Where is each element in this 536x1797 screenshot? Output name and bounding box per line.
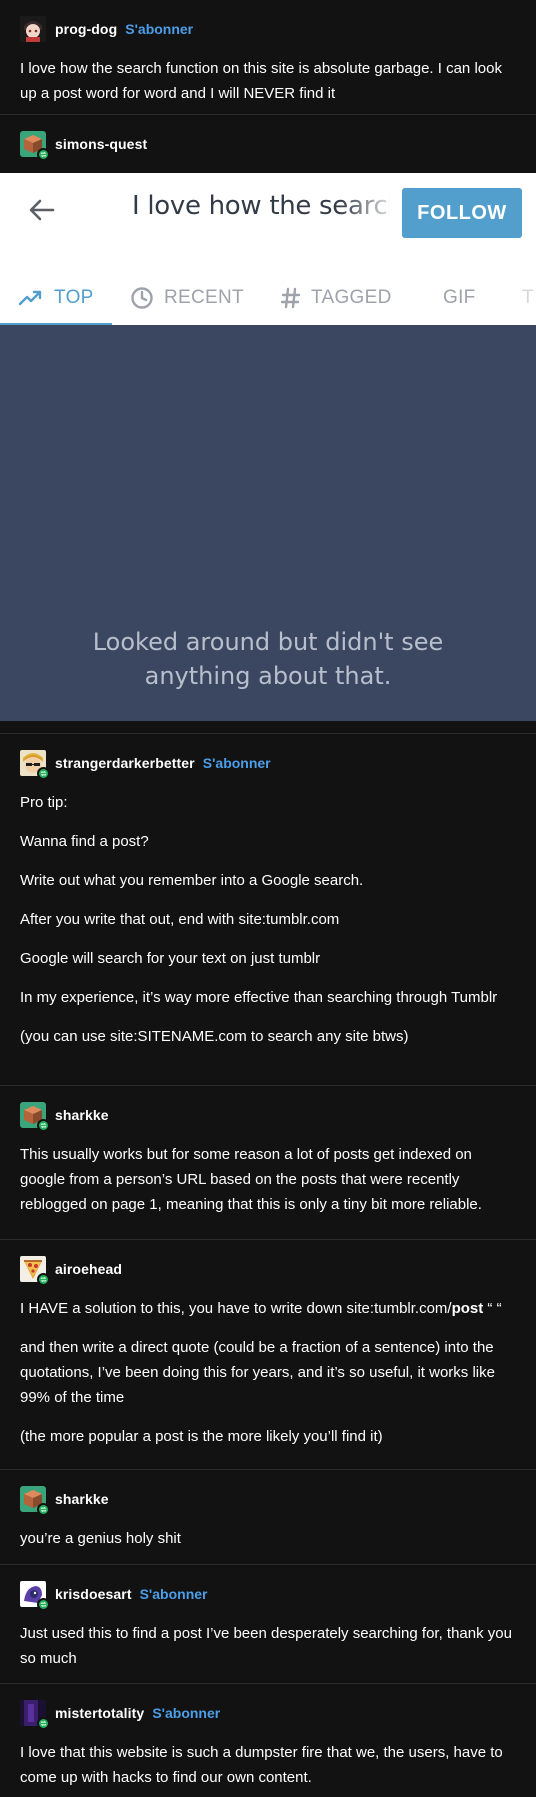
post-prog-dog: prog-dog S'abonner I love how the search… bbox=[0, 0, 536, 115]
tab-recent: RECENT bbox=[130, 270, 244, 325]
post-mistertotality: mistertotality S'abonner I love that thi… bbox=[0, 1684, 536, 1797]
post-text-bold: post bbox=[451, 1300, 484, 1317]
empty-results-panel: Looked around but didn't see anything ab… bbox=[0, 325, 536, 721]
tab-label: T bbox=[522, 286, 534, 308]
post-body: I HAVE a solution to this, you have to w… bbox=[20, 1296, 514, 1449]
username[interactable]: krisdoesart bbox=[55, 1586, 132, 1602]
follow-button: FOLLOW bbox=[402, 188, 522, 238]
tab-label: GIF bbox=[443, 286, 476, 308]
tab-partial: T bbox=[522, 270, 534, 325]
reblog-icon bbox=[37, 1598, 50, 1611]
follow-link[interactable]: S'abonner bbox=[140, 1586, 208, 1602]
avatar-krisdoesart[interactable] bbox=[20, 1581, 50, 1611]
post-krisdoesart: krisdoesart S'abonner Just used this to … bbox=[0, 1565, 536, 1684]
post-header: krisdoesart S'abonner bbox=[20, 1579, 514, 1611]
post-text: In my experience, it’s way more effectiv… bbox=[20, 989, 498, 1006]
follow-link[interactable]: S'abonner bbox=[152, 1705, 220, 1721]
follow-link[interactable]: S'abonner bbox=[125, 21, 193, 37]
avatar-sharkke[interactable] bbox=[20, 1102, 50, 1132]
post-header: sharkke bbox=[20, 1100, 514, 1132]
username[interactable]: prog-dog bbox=[55, 21, 117, 37]
tab-top: TOP bbox=[18, 270, 94, 325]
post-text: I HAVE a solution to this, you have to w… bbox=[20, 1296, 514, 1321]
post-text: and then write a direct quote (could be … bbox=[20, 1339, 495, 1406]
post-strangerdarkerbetter: strangerdarkerbetter S'abonner Pro tip: … bbox=[0, 734, 536, 1086]
avatar-mistertotality[interactable] bbox=[20, 1700, 50, 1730]
post-sharkke: sharkke This usually works but for some … bbox=[0, 1086, 536, 1240]
username[interactable]: simons-quest bbox=[55, 136, 147, 152]
post-header: simons-quest bbox=[0, 129, 536, 161]
post-text: After you write that out, end with site:… bbox=[20, 911, 340, 928]
post-body: I love how the search function on this s… bbox=[20, 56, 514, 106]
post-header: airoehead bbox=[20, 1254, 514, 1286]
avatar-prog-dog[interactable] bbox=[20, 16, 46, 42]
reblog-icon bbox=[37, 1119, 50, 1132]
reblog-icon bbox=[37, 148, 50, 161]
post-text-part: “ “ bbox=[483, 1300, 502, 1317]
tab-tagged: TAGGED bbox=[281, 270, 392, 325]
post-text: This usually works but for some reason a… bbox=[20, 1146, 482, 1213]
post-text-part: I HAVE a solution to this, you have to w… bbox=[20, 1300, 452, 1317]
empty-results-message: Looked around but didn't see anything ab… bbox=[0, 625, 536, 693]
back-arrow-icon bbox=[29, 199, 55, 221]
username[interactable]: mistertotality bbox=[55, 1705, 144, 1721]
hash-icon bbox=[281, 287, 301, 308]
post-text: Pro tip: bbox=[20, 794, 68, 811]
post-airoehead: airoehead I HAVE a solution to this, you… bbox=[0, 1240, 536, 1470]
avatar-simons-quest[interactable] bbox=[20, 131, 50, 161]
reblog-icon bbox=[37, 1717, 50, 1730]
post-text: you’re a genius holy shit bbox=[20, 1530, 181, 1547]
post-text: Just used this to find a post I’ve been … bbox=[20, 1625, 512, 1667]
avatar-strangerdarkerbetter[interactable] bbox=[20, 750, 50, 780]
trending-icon bbox=[18, 290, 42, 305]
post-body: This usually works but for some reason a… bbox=[20, 1142, 514, 1217]
reblog-icon bbox=[37, 1503, 50, 1516]
username[interactable]: airoehead bbox=[55, 1261, 122, 1277]
post-body: you’re a genius holy shit bbox=[20, 1526, 514, 1551]
post-header: prog-dog S'abonner bbox=[20, 14, 514, 44]
tab-label: TOP bbox=[54, 286, 94, 308]
post-header: strangerdarkerbetter S'abonner bbox=[20, 748, 514, 780]
search-fade bbox=[340, 183, 400, 233]
search-tabs: TOP RECENT TAGGED GIF T bbox=[0, 270, 536, 326]
post-simons-quest: simons-quest I love how the search f FOL… bbox=[0, 115, 536, 734]
post-body: Pro tip: Wanna find a post? Write out wh… bbox=[20, 790, 514, 1049]
post-text: (you can use site:SITENAME.com to search… bbox=[20, 1028, 409, 1045]
post-text: Wanna find a post? bbox=[20, 833, 149, 850]
avatar-airoehead[interactable] bbox=[20, 1256, 50, 1286]
reblog-icon bbox=[37, 767, 50, 780]
tab-label: RECENT bbox=[164, 286, 244, 308]
username[interactable]: sharkke bbox=[55, 1491, 109, 1507]
search-screenshot: I love how the search f FOLLOW TOP RECEN… bbox=[0, 173, 536, 721]
post-text: I love how the search function on this s… bbox=[20, 60, 502, 102]
post-body: Just used this to find a post I’ve been … bbox=[20, 1621, 514, 1671]
reblog-icon bbox=[37, 1273, 50, 1286]
anime-character-avatar-icon bbox=[20, 16, 46, 42]
post-sharkke-2: sharkke you’re a genius holy shit bbox=[0, 1470, 536, 1565]
clock-icon bbox=[131, 286, 153, 309]
username[interactable]: sharkke bbox=[55, 1107, 109, 1123]
post-text: I love that this website is such a dumps… bbox=[20, 1744, 503, 1786]
post-text: Google will search for your text on just… bbox=[20, 950, 321, 967]
search-header: I love how the search f FOLLOW TOP RECEN… bbox=[0, 173, 536, 326]
post-header: mistertotality S'abonner bbox=[20, 1698, 514, 1730]
empty-message-line: anything about that. bbox=[144, 662, 392, 690]
post-header: sharkke bbox=[20, 1484, 514, 1516]
avatar-sharkke[interactable] bbox=[20, 1486, 50, 1516]
follow-link[interactable]: S'abonner bbox=[203, 755, 271, 771]
username[interactable]: strangerdarkerbetter bbox=[55, 755, 195, 771]
post-text: Write out what you remember into a Googl… bbox=[20, 872, 364, 889]
tab-label: TAGGED bbox=[311, 286, 392, 308]
post-body: I love that this website is such a dumps… bbox=[20, 1740, 514, 1790]
tab-gif: GIF bbox=[443, 270, 476, 325]
post-text: (the more popular a post is the more lik… bbox=[20, 1428, 383, 1445]
empty-message-line: Looked around but didn't see bbox=[92, 628, 444, 656]
